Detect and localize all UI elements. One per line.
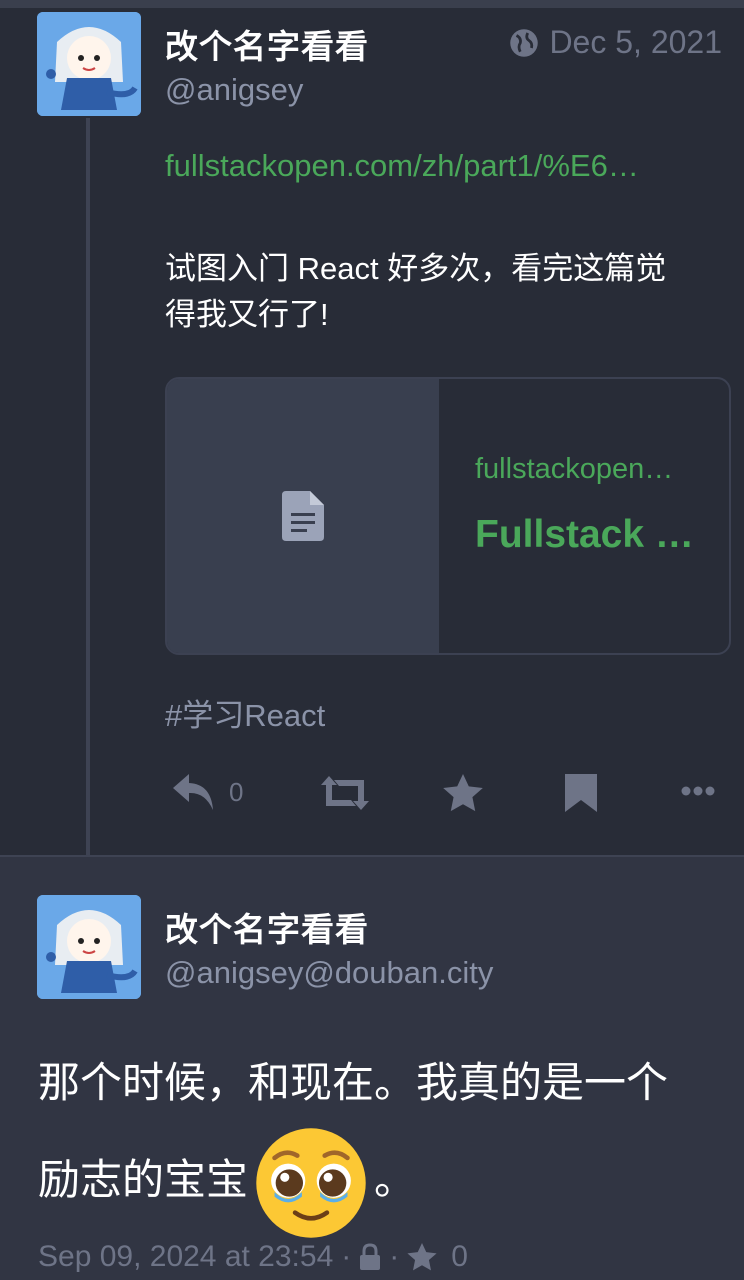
timestamp[interactable]: Sep 09, 2024 at 23:54	[38, 1240, 333, 1274]
reply-button[interactable]: 0	[173, 772, 243, 812]
separator: ·	[341, 1240, 352, 1273]
status-line: 得我又行了!	[165, 297, 329, 332]
thread-line	[86, 118, 90, 856]
avatar-image	[37, 12, 141, 116]
account-handle[interactable]: @anigsey	[165, 72, 303, 108]
pleading-face-emoji	[256, 1128, 366, 1238]
boost-icon	[321, 776, 369, 810]
link-preview-card[interactable]: fullstackopen… Fullstack …	[165, 377, 731, 655]
status-line: 试图入门 React 好多次，看完这篇觉	[165, 251, 667, 286]
hashtag-link[interactable]: #学习React	[165, 690, 325, 735]
favourite-button[interactable]	[443, 774, 483, 812]
post-date[interactable]: Dec 5, 2021	[509, 24, 722, 61]
separator: ·	[389, 1240, 400, 1273]
favourite-count: 0	[451, 1240, 468, 1273]
card-title: Fullstack …	[475, 513, 694, 556]
more-options-button[interactable]	[681, 786, 715, 796]
display-name[interactable]: 改个名字看看	[165, 903, 369, 951]
star-icon	[407, 1243, 437, 1271]
card-domain: fullstackopen…	[475, 453, 674, 485]
status-line: 励志的宝宝 。	[38, 1126, 718, 1240]
reply-icon	[173, 774, 213, 810]
status-line: 那个时候，和现在。我真的是一个	[38, 1059, 669, 1106]
avatar[interactable]	[37, 895, 141, 999]
status-text: 。	[374, 1156, 417, 1204]
star-icon	[443, 774, 483, 812]
status-content: 那个时候，和现在。我真的是一个 励志的宝宝 。	[38, 1040, 718, 1240]
status-meta: Sep 09, 2024 at 23:54 · · 0	[38, 1240, 468, 1274]
bookmark-button[interactable]	[565, 774, 597, 812]
more-icon	[681, 786, 715, 796]
action-bar: 0	[165, 770, 725, 818]
avatar[interactable]	[37, 12, 141, 116]
card-thumbnail	[167, 379, 439, 653]
document-icon	[282, 491, 324, 541]
boost-button[interactable]	[321, 776, 369, 810]
post-link[interactable]: fullstackopen.com/zh/part1/%E6…	[165, 148, 639, 184]
globe-icon	[510, 28, 539, 57]
lock-icon	[360, 1243, 381, 1270]
status-content: 试图入门 React 好多次，看完这篇觉 得我又行了!	[165, 246, 725, 338]
status-text: 励志的宝宝	[38, 1156, 249, 1204]
display-name[interactable]: 改个名字看看	[165, 20, 369, 68]
date-text: Dec 5, 2021	[549, 24, 722, 60]
reply-count: 0	[229, 776, 244, 807]
avatar-image	[37, 895, 141, 999]
top-border	[0, 0, 744, 8]
bookmark-icon	[565, 774, 597, 812]
account-handle[interactable]: @anigsey@douban.city	[165, 955, 493, 991]
